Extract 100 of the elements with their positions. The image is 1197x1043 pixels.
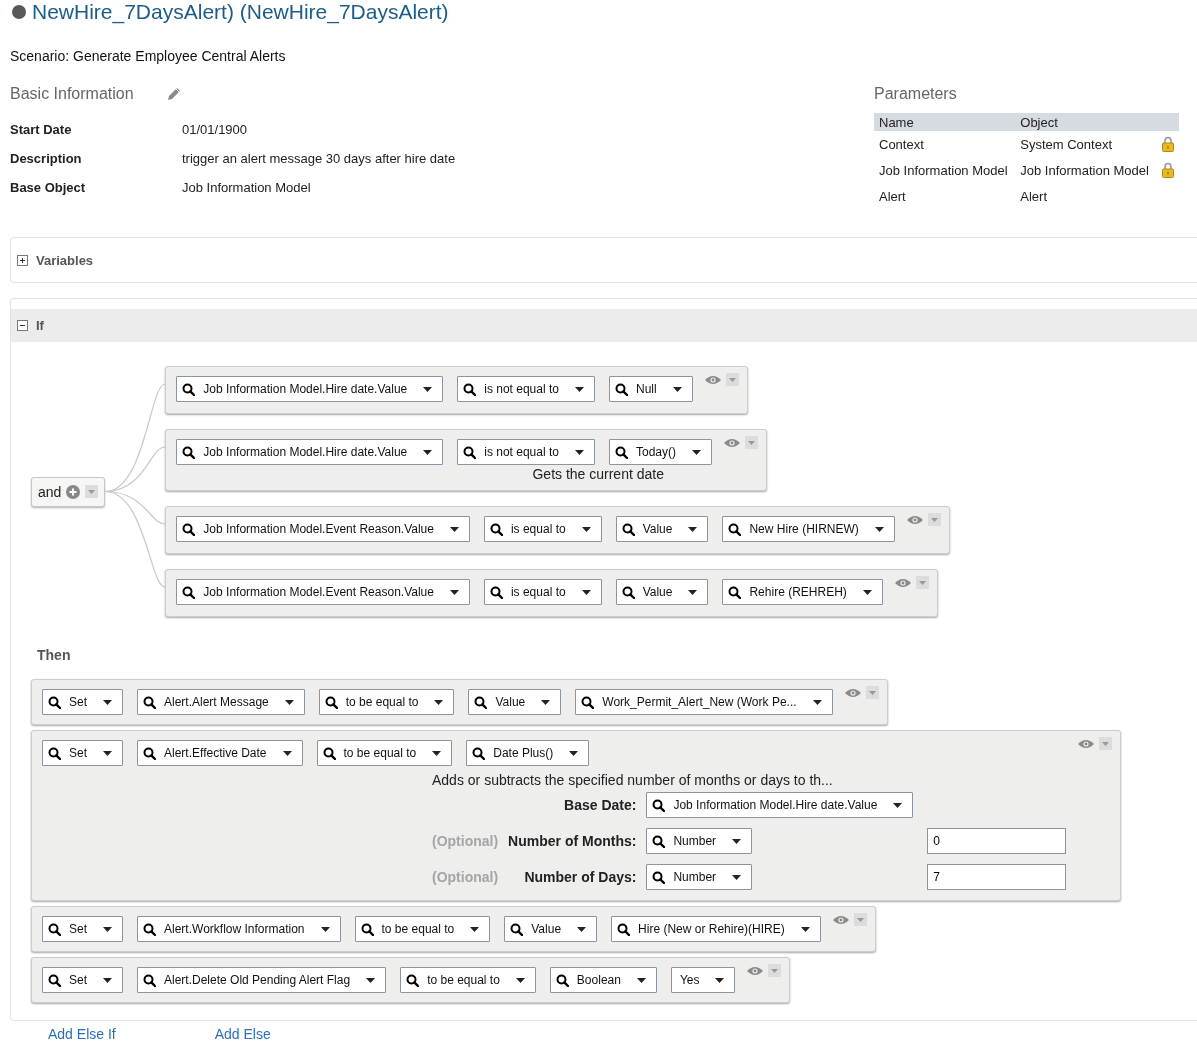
- caret-icon: [672, 386, 682, 392]
- caret-icon: [581, 589, 591, 595]
- dropdown[interactable]: is equal to: [483, 516, 602, 542]
- table-cell-text: Alert: [878, 187, 907, 206]
- dropdown[interactable]: Job Information Model.Hire date.Value: [176, 439, 444, 465]
- search-icon: [652, 834, 666, 848]
- optional-label: (Optional): [432, 869, 499, 885]
- dropdown[interactable]: is equal to: [483, 579, 602, 605]
- dropdown[interactable]: Work_Permit_Alert_New (Work Pe...: [575, 689, 833, 715]
- dropdown[interactable]: Job Information Model.Hire date.Value: [646, 792, 914, 818]
- caret-icon: [636, 977, 646, 983]
- caret-icon: [449, 589, 459, 595]
- dropdown[interactable]: Boolean: [549, 967, 657, 993]
- search-icon: [581, 695, 595, 709]
- search-icon: [182, 522, 196, 536]
- dropdown[interactable]: to be equal to: [316, 740, 453, 766]
- dropdown[interactable]: is not equal to: [457, 439, 595, 465]
- caret-icon: [103, 926, 112, 932]
- dropdown[interactable]: Number: [646, 828, 753, 854]
- eye-icon[interactable]: [832, 914, 849, 925]
- section-label: Variables: [36, 252, 94, 268]
- search-icon: [463, 445, 477, 459]
- dropdown[interactable]: Yes: [670, 967, 736, 993]
- add-icon[interactable]: [66, 484, 81, 499]
- link[interactable]: Add Else If: [48, 1026, 116, 1042]
- dropdown[interactable]: is not equal to: [457, 376, 595, 402]
- dropdown[interactable]: to be equal to: [318, 689, 455, 715]
- search-icon: [614, 445, 628, 459]
- eye-icon[interactable]: [1078, 738, 1095, 749]
- dropdown[interactable]: Alert.Delete Old Pending Alert Flag: [137, 967, 387, 993]
- dropdown[interactable]: Alert.Effective Date: [137, 740, 303, 766]
- dropdown[interactable]: to be equal to: [400, 967, 536, 993]
- caret-icon: [874, 526, 884, 532]
- eye-icon[interactable]: [704, 374, 721, 385]
- dropdown[interactable]: Number: [646, 864, 753, 890]
- caret-icon: [103, 699, 112, 705]
- menu-caret-button[interactable]: [725, 373, 739, 386]
- field-label: Base Object: [10, 180, 87, 195]
- column-header: Name: [874, 113, 1016, 131]
- caret-icon: [470, 926, 480, 932]
- link[interactable]: Add Else: [214, 1026, 271, 1042]
- menu-caret-button[interactable]: [915, 576, 929, 589]
- search-icon: [182, 382, 196, 396]
- dropdown[interactable]: Job Information Model.Hire date.Value: [176, 376, 444, 402]
- dropdown[interactable]: Hire (New or Rehire)(HIRE): [611, 916, 821, 942]
- caret-icon: [320, 926, 330, 932]
- dropdown[interactable]: Value: [504, 916, 598, 942]
- caret-icon: [284, 699, 294, 705]
- eye-icon[interactable]: [844, 687, 861, 698]
- dropdown[interactable]: Value: [615, 516, 709, 542]
- dropdown[interactable]: to be equal to: [354, 916, 491, 942]
- dropdown[interactable]: Value: [468, 689, 562, 715]
- dropdown[interactable]: Alert.Workflow Information: [137, 916, 341, 942]
- eye-icon[interactable]: [724, 437, 740, 448]
- input-field[interactable]: 7: [927, 864, 1067, 890]
- caret-icon: [800, 926, 810, 932]
- dropdown[interactable]: Job Information Model.Event Reason.Value: [176, 579, 470, 605]
- search-icon: [472, 746, 486, 760]
- dropdown[interactable]: Set: [42, 967, 123, 993]
- eye-icon[interactable]: [747, 965, 764, 976]
- menu-caret-button[interactable]: [85, 485, 99, 498]
- menu-caret-button[interactable]: [768, 964, 782, 977]
- field-value: Job Information Model: [182, 180, 312, 195]
- menu-caret-button[interactable]: [1099, 737, 1113, 750]
- function-description: Gets the current date: [532, 466, 664, 482]
- dropdown[interactable]: Null: [608, 376, 693, 402]
- search-icon: [406, 973, 420, 987]
- page-title: NewHire_7DaysAlert) (NewHire_7DaysAlert): [32, 0, 449, 24]
- dropdown[interactable]: Value: [615, 579, 709, 605]
- dropdown[interactable]: Today(): [608, 439, 712, 465]
- eye-icon[interactable]: [906, 514, 923, 525]
- dropdown[interactable]: Alert.Alert Message: [137, 689, 305, 715]
- dropdown[interactable]: Set: [42, 740, 123, 766]
- variables-expand-icon[interactable]: [17, 254, 28, 266]
- caret-icon: [515, 977, 525, 983]
- search-icon: [324, 695, 338, 709]
- menu-caret-button[interactable]: [853, 913, 867, 926]
- dropdown[interactable]: Rehire (REHREH): [722, 579, 883, 605]
- dropdown[interactable]: Set: [42, 689, 123, 715]
- caret-icon: [692, 449, 701, 455]
- caret-icon: [366, 977, 376, 983]
- dropdown[interactable]: Date Plus(): [466, 740, 590, 766]
- operator-label[interactable]: and: [38, 483, 62, 500]
- field-label: Start Date: [10, 122, 73, 137]
- menu-caret-button[interactable]: [745, 436, 758, 449]
- eye-icon[interactable]: [894, 577, 911, 588]
- if-expand-icon[interactable]: [17, 320, 28, 331]
- menu-caret-button[interactable]: [865, 686, 879, 699]
- input-field[interactable]: 0: [927, 828, 1067, 854]
- table-cell-text: Job Information Model: [878, 161, 1009, 180]
- caret-icon: [574, 386, 584, 392]
- pencil-icon[interactable]: [165, 86, 182, 102]
- dropdown[interactable]: Job Information Model.Event Reason.Value: [176, 516, 470, 542]
- dropdown[interactable]: Set: [42, 916, 123, 942]
- dropdown[interactable]: New Hire (HIRNEW): [722, 516, 895, 542]
- search-icon: [360, 922, 374, 936]
- menu-caret-button[interactable]: [927, 513, 941, 526]
- caret-icon: [715, 977, 725, 983]
- field-value: trigger an alert message 30 days after hire date: [182, 151, 457, 166]
- caret-icon: [423, 449, 433, 455]
